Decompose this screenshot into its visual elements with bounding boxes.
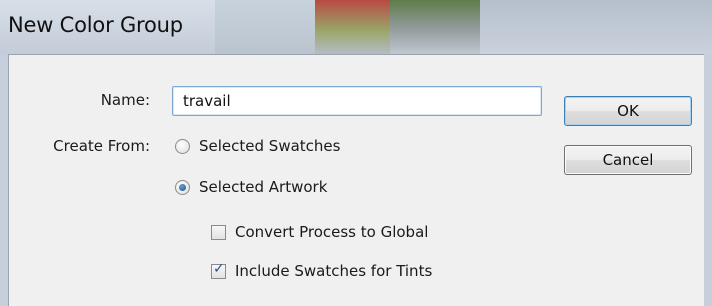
- dialog-title: New Color Group: [8, 13, 183, 37]
- radio-button[interactable]: [175, 138, 190, 154]
- radio-button[interactable]: [175, 179, 190, 195]
- cancel-button[interactable]: Cancel: [564, 145, 692, 175]
- radio-label: Selected Artwork: [199, 178, 328, 196]
- name-input[interactable]: travail: [172, 86, 542, 116]
- title-bar-background: [480, 0, 712, 54]
- check-icon: ✓: [213, 260, 225, 277]
- title-bar-background: [315, 0, 390, 54]
- checkbox-label: Include Swatches for Tints: [235, 262, 433, 280]
- name-label: Name:: [100, 91, 150, 109]
- create-from-label: Create From:: [53, 137, 150, 155]
- checkbox-label: Convert Process to Global: [235, 223, 429, 241]
- new-color-group-dialog: New Color Group Name: travail Create Fro…: [0, 0, 712, 306]
- checkbox-convert-process[interactable]: Convert Process to Global: [211, 223, 428, 241]
- title-bar[interactable]: New Color Group: [0, 0, 712, 54]
- radio-label: Selected Swatches: [199, 137, 341, 155]
- radio-selected-artwork[interactable]: Selected Artwork: [175, 178, 327, 196]
- checkbox[interactable]: ✓: [211, 260, 226, 279]
- ok-button[interactable]: OK: [564, 96, 692, 126]
- title-bar-background: [215, 0, 315, 54]
- checkbox-include-tints[interactable]: ✓ Include Swatches for Tints: [211, 260, 433, 280]
- title-bar-background: [390, 0, 480, 54]
- radio-selected-swatches[interactable]: Selected Swatches: [175, 137, 340, 155]
- checkbox[interactable]: [211, 224, 226, 240]
